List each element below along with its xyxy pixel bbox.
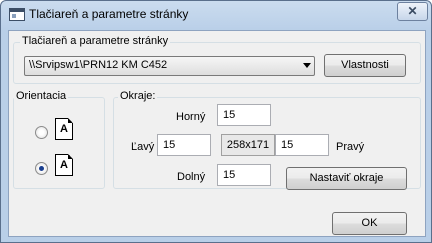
portrait-page-letter: A	[60, 123, 68, 135]
window-title: Tlačiareň a parametre stránky	[29, 7, 189, 21]
portrait-page-icon: A	[55, 118, 73, 140]
printer-group-legend: Tlačiareň a parametre stránky	[20, 35, 171, 47]
window-icon	[9, 8, 25, 21]
dialog-window: Tlačiareň a parametre stránky ✕ Tlačiare…	[0, 0, 432, 243]
properties-button[interactable]: Vlastnosti	[324, 54, 406, 77]
ok-button[interactable]: OK	[332, 212, 407, 235]
title-bar: Tlačiareň a parametre stránky ✕	[1, 1, 431, 29]
set-margins-button[interactable]: Nastaviť okraje	[286, 167, 407, 190]
top-margin-label: Horný	[176, 111, 206, 123]
printer-select[interactable]: \\Srvipsw1\PRN12 KM C452	[24, 56, 315, 76]
chevron-down-icon	[303, 63, 311, 68]
portrait-radio[interactable]	[35, 126, 48, 139]
right-margin-label: Pravý	[336, 141, 365, 153]
orientation-group: Orientacia A A	[13, 90, 105, 189]
left-margin-label: Ľavý	[131, 141, 155, 153]
close-icon: ✕	[407, 4, 418, 18]
top-margin-input[interactable]: 15	[217, 104, 271, 126]
right-margin-input[interactable]: 15	[275, 134, 329, 156]
orientation-group-legend: Orientacia	[14, 90, 69, 102]
close-button[interactable]: ✕	[397, 2, 428, 21]
landscape-page-letter: A	[60, 159, 68, 171]
landscape-page-icon: A	[55, 154, 73, 176]
printer-group: Tlačiareň a parametre stránky \\Srvipsw1…	[13, 35, 421, 84]
bottom-margin-input[interactable]: 15	[217, 164, 271, 186]
left-margin-input[interactable]: 15	[157, 134, 211, 156]
landscape-radio[interactable]	[35, 162, 48, 175]
margins-group-legend: Okraje:	[118, 90, 158, 102]
bottom-margin-label: Dolný	[177, 171, 206, 183]
page-dimensions-readout: 258x171	[221, 134, 275, 156]
printer-select-value: \\Srvipsw1\PRN12 KM C452	[29, 59, 168, 71]
dialog-client-area: Tlačiareň a parametre stránky \\Srvipsw1…	[8, 30, 426, 237]
